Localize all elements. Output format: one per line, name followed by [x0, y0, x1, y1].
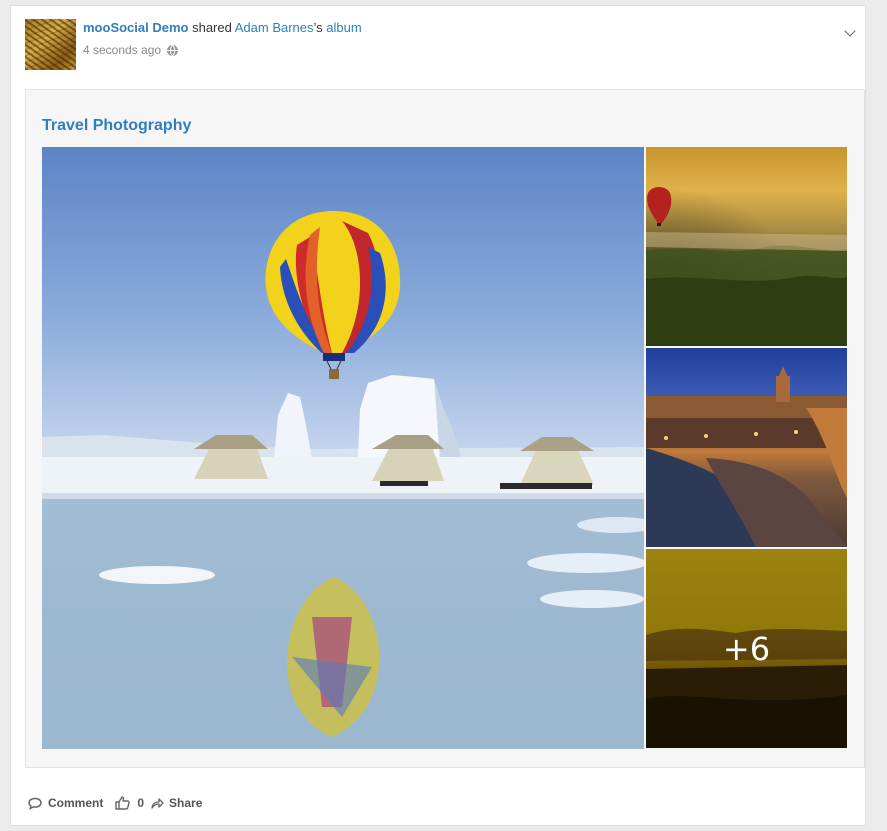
plaza-dusk-image: [646, 366, 847, 547]
share-button[interactable]: Share: [151, 796, 202, 810]
thumbs-up-icon: [115, 796, 131, 810]
activity-headline: mooSocial Demo shared Adam Barnes’s albu…: [83, 20, 362, 36]
possessive-text: ’s: [313, 20, 323, 35]
shared-album: Travel Photography +6: [25, 89, 865, 768]
chevron-down-icon: [844, 25, 856, 37]
comment-button[interactable]: Comment: [28, 796, 103, 810]
activity-card: mooSocial Demo shared Adam Barnes’s albu…: [10, 5, 866, 826]
share-label: Share: [169, 796, 203, 810]
album-link[interactable]: album: [326, 20, 361, 35]
comment-label: Comment: [48, 796, 104, 810]
post-menu-button[interactable]: [839, 22, 861, 44]
more-photos-count: +6: [646, 549, 847, 748]
post-meta: 4 seconds ago: [83, 43, 179, 57]
like-count[interactable]: 0: [137, 796, 144, 810]
target-user-link[interactable]: Adam Barnes: [235, 20, 314, 35]
album-photo-thumb[interactable]: [646, 147, 847, 346]
share-arrow-icon: [151, 798, 164, 809]
sunrise-valley-image: [646, 187, 847, 346]
avatar[interactable]: [25, 19, 76, 70]
album-photo-main[interactable]: [42, 147, 644, 749]
album-photo-thumb[interactable]: [646, 348, 847, 547]
post-time[interactable]: 4 seconds ago: [83, 43, 161, 57]
post-actions: Comment 0 Share: [28, 796, 202, 810]
comment-icon: [28, 797, 42, 810]
action-text: shared: [192, 20, 232, 35]
album-photo-more[interactable]: +6: [646, 549, 847, 748]
album-title[interactable]: Travel Photography: [42, 117, 191, 135]
globe-icon: [167, 44, 179, 56]
balloon-over-ice-image: [42, 211, 644, 749]
owner-link[interactable]: mooSocial Demo: [83, 20, 188, 35]
like-button[interactable]: 0: [115, 796, 144, 810]
